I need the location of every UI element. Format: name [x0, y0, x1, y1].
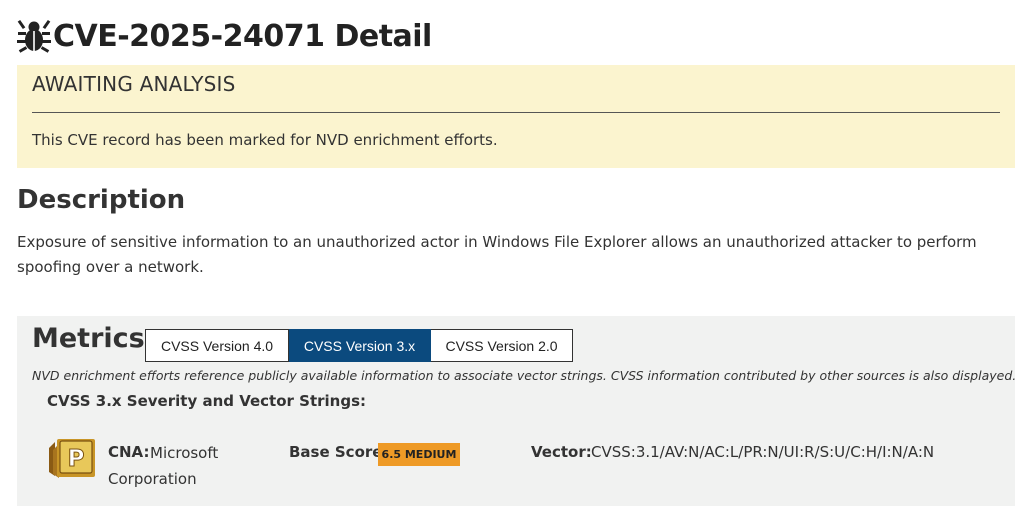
description-text: Exposure of sensitive information to an …	[17, 233, 977, 276]
cna-value: Microsoft Corporation	[108, 444, 219, 488]
provider-badge-icon: P	[49, 439, 95, 478]
status-label: AWAITING ANALYSIS	[32, 72, 236, 96]
base-score-label: Base Score:	[289, 443, 389, 461]
severity-badge[interactable]: 6.5 MEDIUM	[378, 443, 460, 466]
notice-divider	[32, 112, 1000, 113]
tab-cvss-4-0[interactable]: CVSS Version 4.0	[145, 329, 289, 362]
description-heading: Description	[17, 185, 186, 215]
metrics-note: NVD enrichment efforts reference publicl…	[32, 368, 1017, 383]
tab-cvss-2-0[interactable]: CVSS Version 2.0	[431, 329, 573, 362]
cvss-version-tabs: CVSS Version 4.0 CVSS Version 3.x CVSS V…	[145, 329, 573, 362]
metrics-panel: Metrics CVSS Version 4.0 CVSS Version 3.…	[17, 316, 1017, 506]
vector-label: Vector:	[531, 443, 592, 461]
page-title: CVE-2025-24071 Detail	[53, 18, 432, 54]
severity-subheading: CVSS 3.x Severity and Vector Strings:	[47, 392, 367, 410]
vector-string: CVSS:3.1/AV:N/AC:L/PR:N/UI:R/S:U/C:H/I:N…	[591, 443, 935, 461]
tab-cvss-3-x[interactable]: CVSS Version 3.x	[289, 329, 431, 362]
metrics-heading: Metrics	[32, 323, 145, 354]
notice-text: This CVE record has been marked for NVD …	[32, 131, 498, 149]
page-header: CVE-2025-24071 Detail	[17, 14, 432, 58]
status-notice: AWAITING ANALYSIS This CVE record has be…	[17, 65, 1015, 168]
svg-text:P: P	[68, 446, 85, 472]
bug-icon	[17, 19, 51, 53]
